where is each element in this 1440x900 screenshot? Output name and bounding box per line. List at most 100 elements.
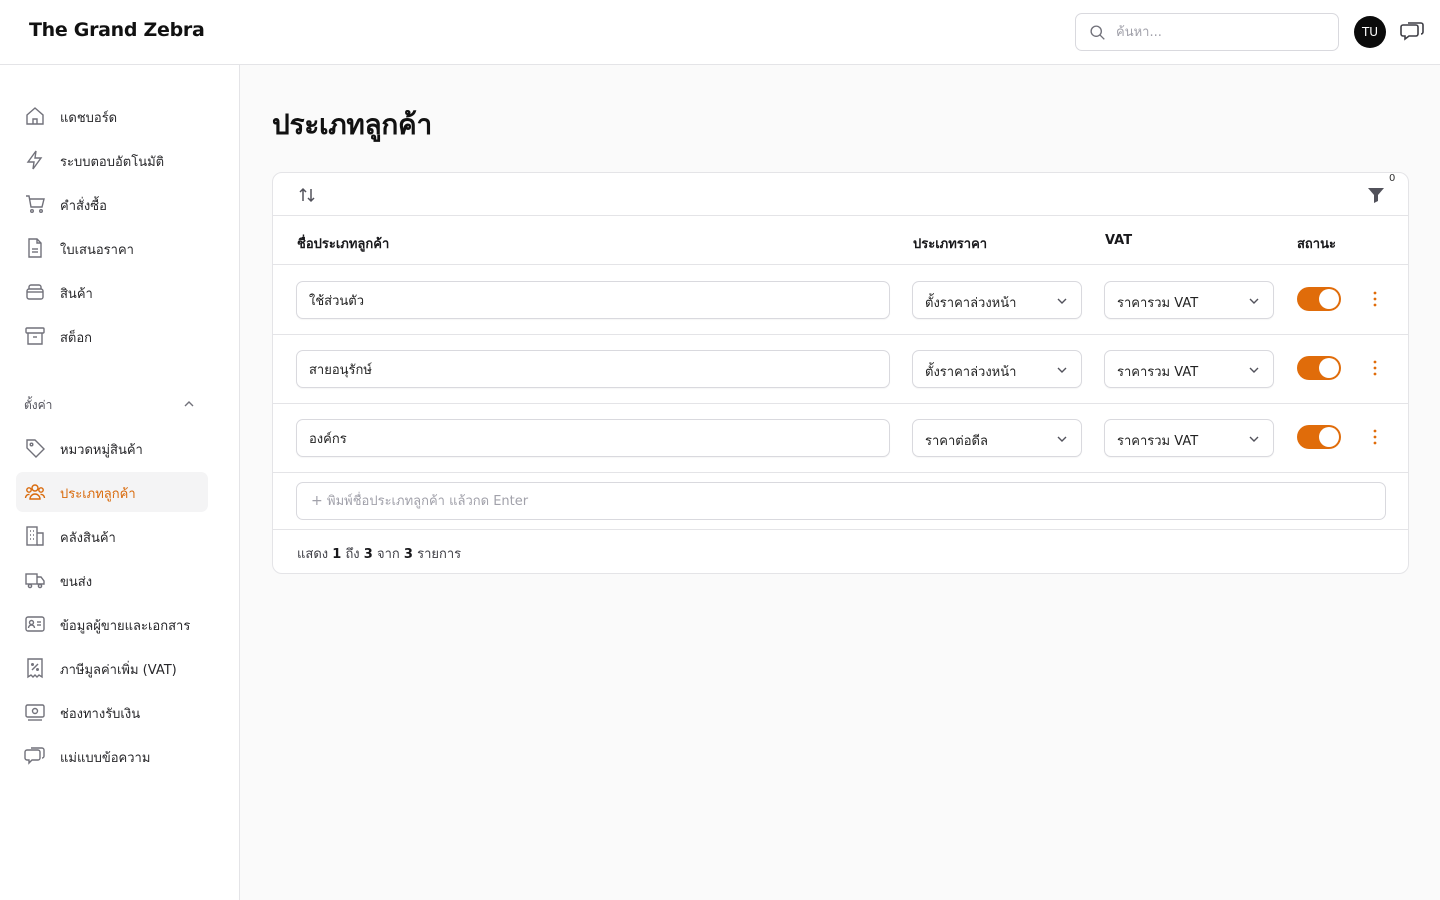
- toggle-knob: [1319, 289, 1339, 309]
- home-icon: [26, 107, 44, 125]
- user-avatar[interactable]: TU: [1354, 16, 1386, 48]
- sidebar-item-customer-types[interactable]: ประเภทลูกค้า: [16, 472, 208, 512]
- sidebar-item-seller-info[interactable]: ข้อมูลผู้ขายและเอกสาร: [16, 604, 208, 644]
- sidebar-item-auto-reply[interactable]: ระบบตอบอัตโนมัติ: [16, 140, 208, 180]
- sort-icon[interactable]: [297, 185, 317, 205]
- status-toggle[interactable]: [1297, 287, 1341, 311]
- customer-type-name-input[interactable]: [296, 350, 890, 388]
- sidebar-item-message-templates[interactable]: แม่แบบข้อความ: [16, 736, 208, 776]
- sidebar-item-label: ประเภทลูกค้า: [60, 487, 136, 502]
- sidebar-item-label: ข้อมูลผู้ขายและเอกสาร: [60, 619, 191, 634]
- sidebar-item-warehouses[interactable]: คลังสินค้า: [16, 516, 208, 556]
- sidebar-item-label: แดชบอร์ด: [60, 111, 118, 126]
- sidebar-item-product-categories[interactable]: หมวดหมู่สินค้า: [16, 428, 208, 468]
- sidebar-item-label: ระบบตอบอัตโนมัติ: [60, 155, 165, 170]
- status-toggle[interactable]: [1297, 356, 1341, 380]
- sidebar-item-products[interactable]: สินค้า: [16, 272, 208, 312]
- sidebar-item-shipping[interactable]: ขนส่ง: [16, 560, 208, 600]
- column-header-status: สถานะ: [1297, 237, 1336, 252]
- sidebar-item-label: คำสั่งซื้อ: [60, 199, 107, 214]
- users-icon: [24, 484, 46, 500]
- settings-section-toggle[interactable]: ตั้งค่า: [24, 393, 200, 415]
- toggle-knob: [1319, 427, 1339, 447]
- building-icon: [26, 526, 44, 546]
- sidebar-item-label: หมวดหมู่สินค้า: [60, 443, 143, 458]
- money-icon: [25, 704, 45, 721]
- tag-icon: [26, 439, 45, 458]
- truck-icon: [25, 573, 45, 589]
- summary-prefix: แสดง: [297, 547, 329, 562]
- vat-value: ราคารวม VAT: [1117, 296, 1199, 311]
- sidebar-item-dashboard[interactable]: แดชบอร์ด: [16, 96, 208, 136]
- more-options-icon[interactable]: [1365, 289, 1385, 309]
- main-content: ประเภทลูกค้า 0 ชื่อประเภทลูกค้า ประเภทรา…: [240, 65, 1440, 900]
- cart-icon: [26, 195, 45, 214]
- vat-value: ราคารวม VAT: [1117, 365, 1199, 380]
- pagination-summary: แสดง 1 ถึง 3 จาก 3 รายการ: [297, 543, 461, 564]
- sidebar-item-stock[interactable]: สต็อก: [16, 316, 208, 356]
- customer-type-name-input[interactable]: [296, 419, 890, 457]
- sidebar-item-label: แม่แบบข้อความ: [60, 751, 151, 766]
- status-toggle[interactable]: [1297, 425, 1341, 449]
- sidebar-item-label: ใบเสนอราคา: [60, 243, 134, 258]
- search-box[interactable]: [1075, 13, 1339, 51]
- table-header: ชื่อประเภทลูกค้า ประเภทราคา VAT สถานะ: [273, 217, 1408, 265]
- filter-count-badge: 0: [1387, 173, 1398, 184]
- more-options-icon[interactable]: [1365, 427, 1385, 447]
- customer-types-table: 0 ชื่อประเภทลูกค้า ประเภทราคา VAT สถานะ …: [272, 172, 1409, 574]
- plus-icon: +: [311, 493, 323, 509]
- price-type-select[interactable]: ราคาต่อดีล: [912, 419, 1082, 457]
- add-customer-type-field[interactable]: +: [296, 482, 1386, 520]
- column-header-price-type: ประเภทราคา: [913, 237, 988, 252]
- chevron-down-icon: [1249, 436, 1259, 442]
- summary-suffix: รายการ: [417, 547, 462, 562]
- lightning-icon: [26, 150, 43, 170]
- filter-icon[interactable]: [1365, 184, 1387, 206]
- customer-type-name-input[interactable]: [296, 281, 890, 319]
- more-options-icon[interactable]: [1365, 358, 1385, 378]
- chat-icon: [24, 747, 45, 765]
- sidebar-item-label: ภาษีมูลค่าเพิ่ม (VAT): [60, 663, 177, 678]
- sidebar-item-payment-channels[interactable]: ช่องทางรับเงิน: [16, 692, 208, 732]
- table-row: ตั้งราคาล่วงหน้า ราคารวม VAT: [273, 335, 1408, 404]
- price-type-select[interactable]: ตั้งราคาล่วงหน้า: [912, 350, 1082, 388]
- sidebar-item-label: ช่องทางรับเงิน: [60, 707, 141, 722]
- brand-logo[interactable]: The Grand Zebra: [29, 19, 205, 41]
- table-row: ราคาต่อดีล ราคารวม VAT: [273, 404, 1408, 473]
- table-row: ตั้งราคาล่วงหน้า ราคารวม VAT: [273, 266, 1408, 335]
- chevron-down-icon: [1057, 298, 1067, 304]
- page-title: ประเภทลูกค้า: [272, 108, 432, 141]
- column-header-name: ชื่อประเภทลูกค้า: [297, 237, 390, 252]
- add-customer-type-row: +: [273, 473, 1408, 530]
- vat-select[interactable]: ราคารวม VAT: [1104, 350, 1274, 388]
- price-type-value: ราคาต่อดีล: [925, 434, 988, 449]
- summary-of-word: จาก: [376, 547, 400, 562]
- summary-to: 3: [363, 547, 373, 562]
- vat-select[interactable]: ราคารวม VAT: [1104, 281, 1274, 319]
- search-input[interactable]: [1116, 22, 1326, 42]
- add-customer-type-input[interactable]: [327, 491, 1367, 511]
- vat-select[interactable]: ราคารวม VAT: [1104, 419, 1274, 457]
- summary-to-word: ถึง: [345, 547, 360, 562]
- id-card-icon: [25, 616, 45, 632]
- table-toolbar: 0: [273, 173, 1408, 216]
- summary-total: 3: [403, 547, 413, 562]
- price-type-select[interactable]: ตั้งราคาล่วงหน้า: [912, 281, 1082, 319]
- sidebar-item-orders[interactable]: คำสั่งซื้อ: [16, 184, 208, 224]
- settings-section-label: ตั้งค่า: [24, 398, 53, 412]
- sidebar-item-label: สต็อก: [60, 331, 93, 346]
- sidebar-item-vat[interactable]: ภาษีมูลค่าเพิ่ม (VAT): [16, 648, 208, 688]
- chevron-up-icon: [184, 401, 194, 407]
- sidebar-item-quotations[interactable]: ใบเสนอราคา: [16, 228, 208, 268]
- chevron-down-icon: [1249, 367, 1259, 373]
- chat-icon[interactable]: [1399, 19, 1425, 45]
- price-type-value: ตั้งราคาล่วงหน้า: [925, 365, 1017, 380]
- top-bar: The Grand Zebra TU: [0, 0, 1440, 65]
- box-icon: [26, 284, 44, 300]
- sidebar: แดชบอร์ด ระบบตอบอัตโนมัติ คำสั่งซื้อ ใบเ…: [0, 65, 240, 900]
- toggle-knob: [1319, 358, 1339, 378]
- vat-value: ราคารวม VAT: [1117, 434, 1199, 449]
- search-icon: [1090, 25, 1105, 40]
- receipt-percent-icon: [27, 658, 43, 679]
- chevron-down-icon: [1057, 367, 1067, 373]
